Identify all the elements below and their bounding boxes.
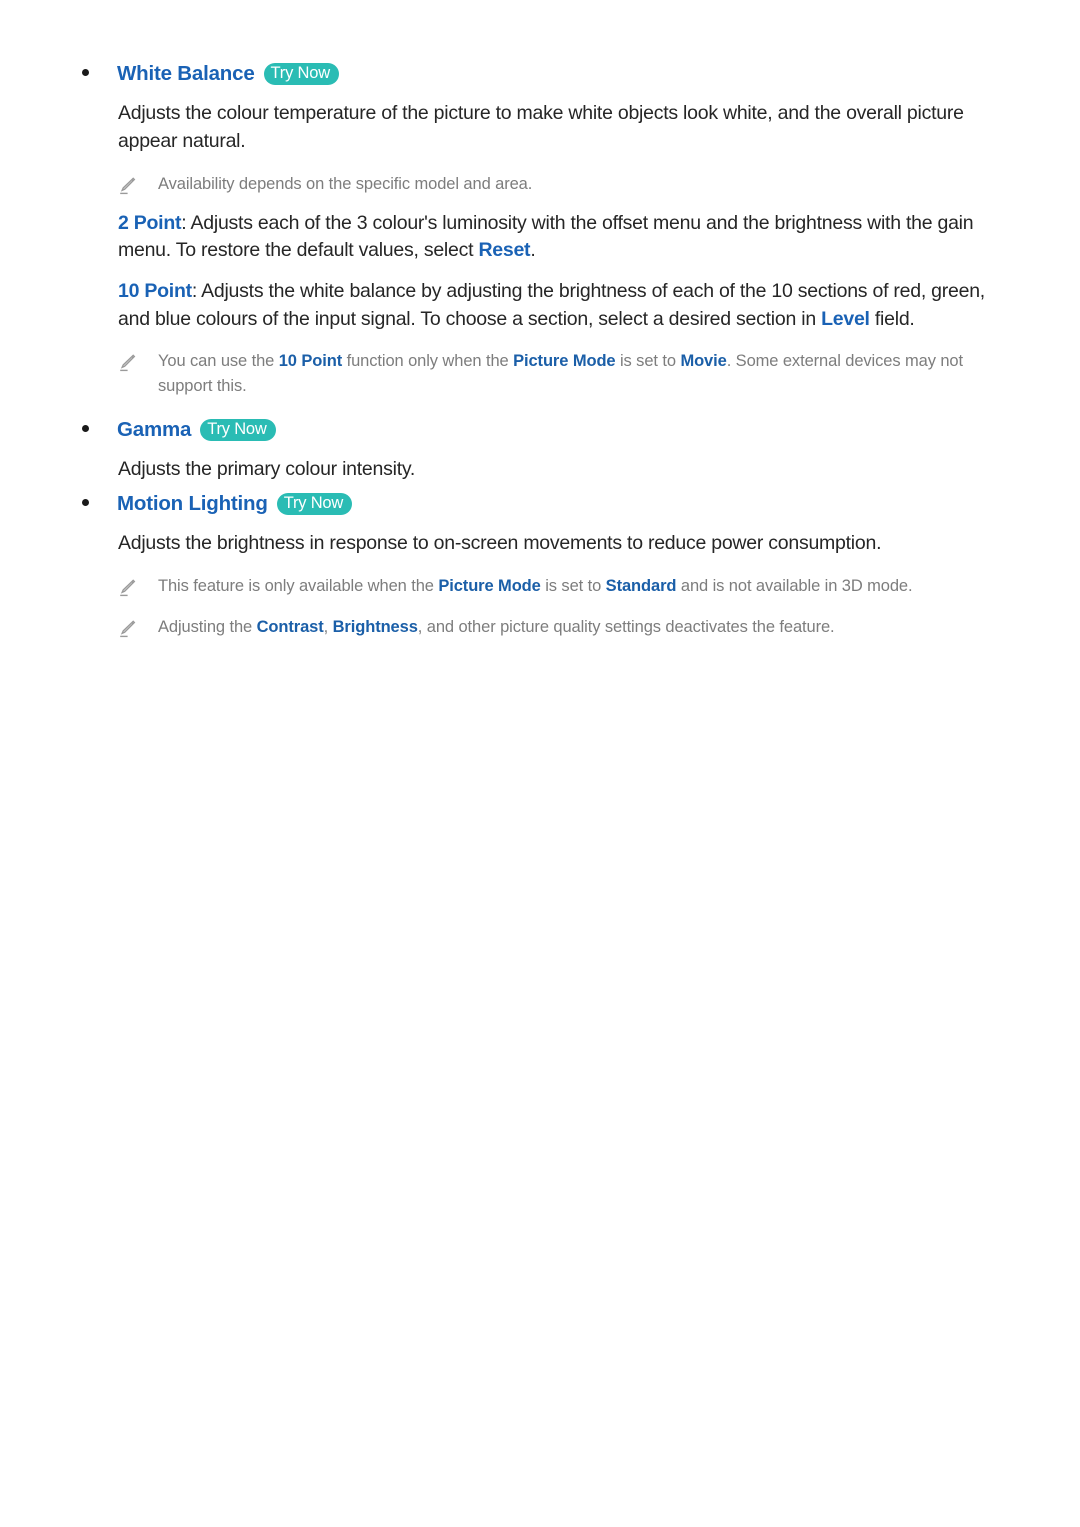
link-10-point[interactable]: 10 Point	[118, 280, 192, 302]
note-10p-part1: You can use the	[158, 352, 279, 371]
bullet-icon	[82, 499, 89, 506]
link-reset[interactable]: Reset	[478, 239, 530, 261]
note-ml1-part3: and is not available in 3D mode.	[676, 577, 913, 596]
note-10-point-availability: You can use the 10 Point function only w…	[118, 349, 1008, 399]
try-now-button-gamma[interactable]: Try Now	[200, 418, 276, 442]
note-text-motion-lighting-1: This feature is only available when the …	[158, 574, 913, 599]
note-white-balance-availability: Availability depends on the specific mod…	[118, 172, 1008, 197]
note-link-contrast[interactable]: Contrast	[257, 618, 324, 636]
note-link-picture-mode[interactable]: Picture Mode	[513, 352, 616, 370]
note-text-10-point: You can use the 10 Point function only w…	[158, 349, 1008, 399]
paragraph-10-point-tail: field.	[869, 307, 915, 330]
note-motion-lighting-picture-mode: This feature is only available when the …	[118, 574, 1008, 599]
pencil-note-icon	[118, 578, 136, 598]
note-ml1-part1: This feature is only available when the	[158, 577, 439, 596]
body-text-motion-lighting: Adjusts the brightness in response to on…	[118, 532, 882, 555]
try-now-button-white-balance[interactable]: Try Now	[263, 63, 339, 86]
link-level[interactable]: Level	[821, 308, 870, 330]
section-heading-white-balance: White Balance Try Now	[82, 62, 1008, 87]
note-10p-part2: function only when the	[342, 352, 514, 371]
paragraph-2-point: 2 Point: Adjusts each of the 3 colour's …	[118, 210, 1008, 265]
pencil-note-icon	[118, 353, 136, 373]
pencil-note-icon	[118, 619, 136, 639]
note-text-availability: Availability depends on the specific mod…	[158, 174, 533, 193]
note-motion-lighting-contrast: Adjusting the Contrast, Brightness, and …	[118, 615, 1008, 640]
note-10p-part3: is set to	[615, 352, 681, 371]
pencil-note-icon	[118, 176, 136, 196]
note-link-picture-mode[interactable]: Picture Mode	[438, 577, 541, 595]
note-ml2-part2: ,	[323, 617, 333, 636]
heading-label-white-balance: White Balance	[117, 62, 255, 85]
note-link-movie[interactable]: Movie	[680, 352, 726, 370]
note-link-10-point[interactable]: 10 Point	[279, 352, 342, 370]
body-text-gamma: Adjusts the primary colour intensity.	[118, 458, 416, 481]
paragraph-2-point-text: : Adjusts each of the 3 colour's luminos…	[118, 211, 974, 262]
heading-label-motion-lighting: Motion Lighting	[117, 492, 268, 515]
paragraph-2-point-tail: .	[530, 239, 536, 262]
note-text-motion-lighting-2: Adjusting the Contrast, Brightness, and …	[158, 615, 835, 640]
link-2-point[interactable]: 2 Point	[118, 212, 182, 234]
body-text-white-balance: Adjusts the colour temperature of the pi…	[118, 102, 964, 153]
section-heading-gamma: Gamma Try Now	[82, 418, 1008, 443]
note-link-brightness[interactable]: Brightness	[333, 618, 418, 636]
section-heading-motion-lighting: Motion Lighting Try Now	[82, 492, 1008, 517]
paragraph-10-point: 10 Point: Adjusts the white balance by a…	[118, 278, 1008, 333]
note-ml2-part3: , and other picture quality settings dea…	[417, 617, 835, 636]
heading-label-gamma: Gamma	[117, 417, 192, 441]
bullet-icon	[82, 69, 89, 76]
try-now-button-motion-lighting[interactable]: Try Now	[276, 493, 353, 516]
bullet-icon	[82, 424, 89, 432]
note-link-standard[interactable]: Standard	[606, 577, 677, 595]
note-ml1-part2: is set to	[540, 577, 606, 596]
note-ml2-part1: Adjusting the	[158, 617, 257, 636]
help-page: White Balance Try Now Adjusts the colour…	[0, 0, 1080, 1527]
